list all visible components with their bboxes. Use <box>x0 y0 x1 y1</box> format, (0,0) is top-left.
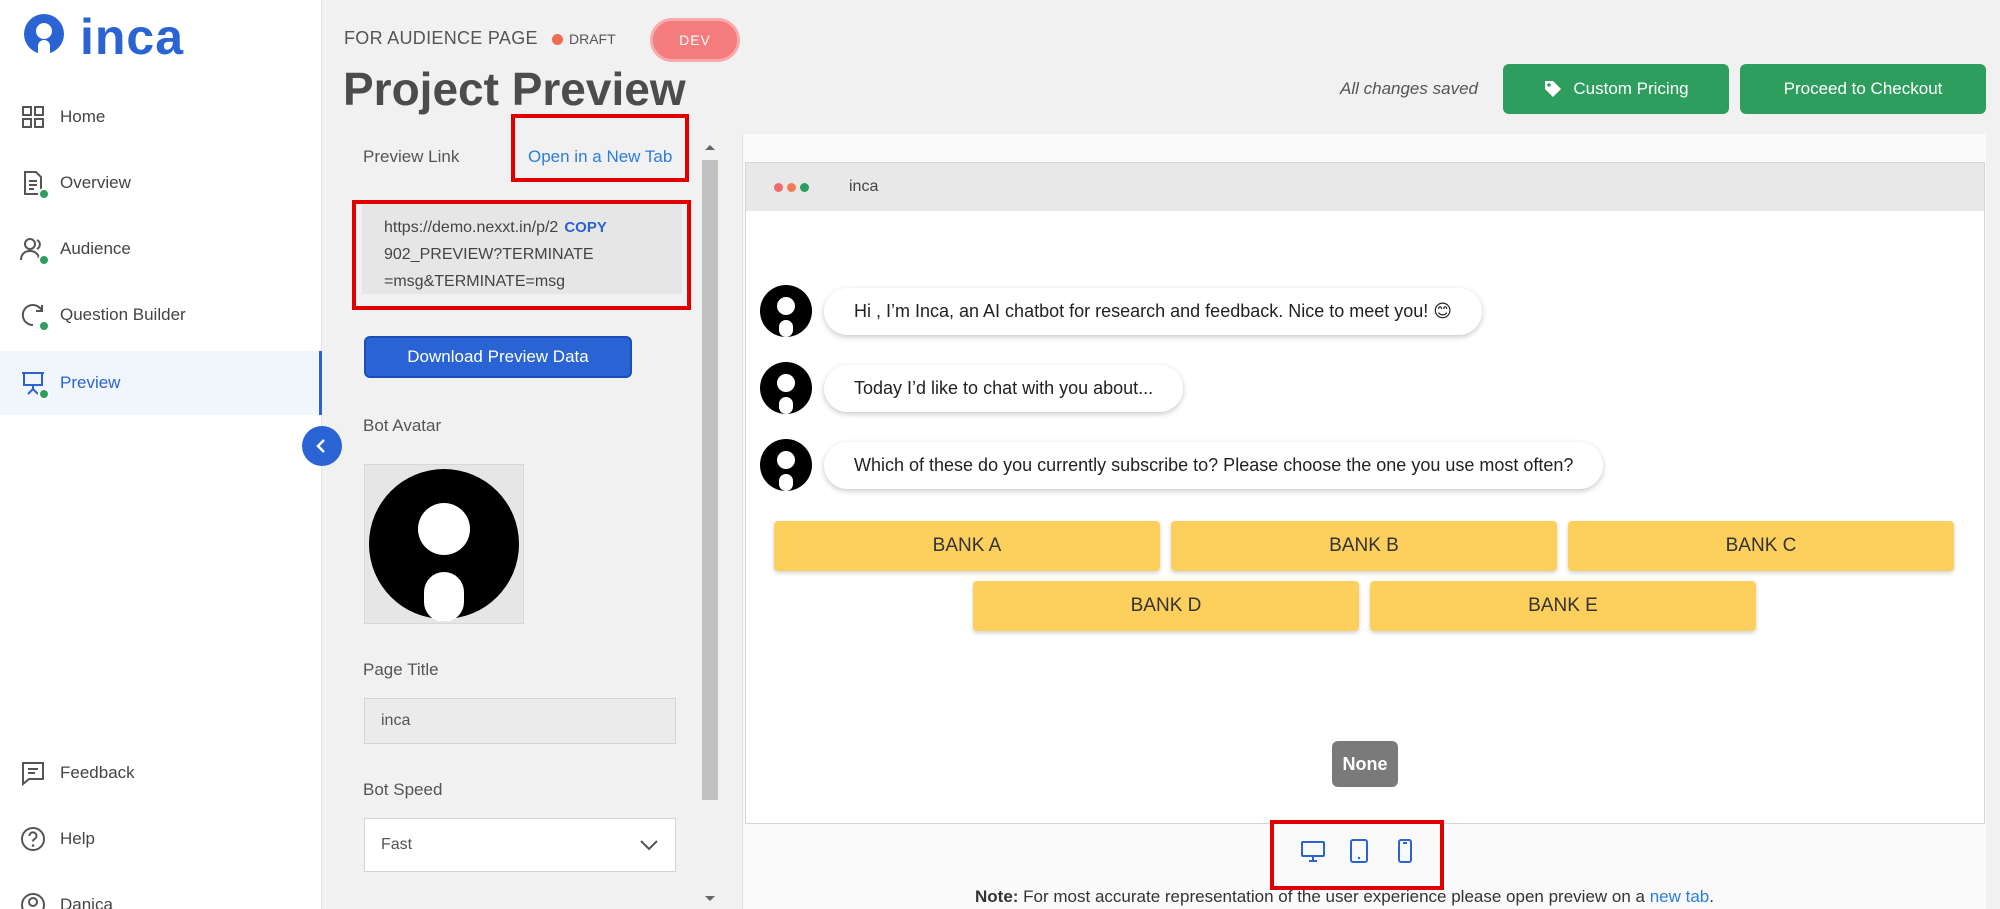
bot-speed-value: Fast <box>381 836 413 853</box>
env-badge[interactable]: DEV <box>650 18 740 62</box>
scroll-up-icon[interactable] <box>700 140 720 154</box>
choice-button[interactable]: BANK B <box>1171 521 1557 571</box>
chat-message: Hi , I’m Inca, an AI chatbot for researc… <box>760 285 1483 337</box>
bot-avatar-icon <box>760 362 812 414</box>
status-label: DRAFT <box>569 31 616 47</box>
tag-icon <box>1545 81 1562 97</box>
chat-refresh-icon <box>20 302 50 332</box>
highlight-box <box>1270 820 1444 890</box>
logo-text: inca <box>80 9 185 65</box>
bot-avatar-label: Bot Avatar <box>363 416 442 435</box>
note-label: Note: <box>975 887 1019 906</box>
maximize-dot-icon <box>800 182 809 192</box>
sidebar-item-label: Help <box>60 829 95 848</box>
document-icon <box>20 170 50 200</box>
sidebar-item-feedback[interactable]: Feedback <box>0 741 322 805</box>
bot-avatar-icon <box>760 439 812 491</box>
preview-note: Note: For most accurate representation o… <box>975 887 1714 907</box>
status-dot <box>552 33 563 45</box>
choice-button[interactable]: BANK D <box>973 581 1359 631</box>
sidebar-item-overview[interactable]: Overview <box>0 151 322 215</box>
breadcrumb: FOR AUDIENCE PAGE <box>344 28 538 48</box>
sidebar-item-user[interactable]: Danica <box>0 873 322 909</box>
choice-button[interactable]: BANK A <box>774 521 1160 571</box>
sidebar-item-label: Home <box>60 107 106 126</box>
sidebar: inca Home Overview Audience Question Bui… <box>0 0 322 909</box>
collapse-sidebar-button[interactable] <box>302 426 342 466</box>
check-icon <box>38 388 50 400</box>
chevron-down-icon <box>640 840 658 851</box>
page-title: Project Preview <box>343 63 686 115</box>
choice-button[interactable]: BANK C <box>1568 521 1954 571</box>
browser-preview-frame: inca Hi , I’m Inca, an AI chatbot for re… <box>745 162 1985 824</box>
check-icon <box>38 254 50 266</box>
chevron-left-icon <box>316 439 325 453</box>
custom-pricing-label: Custom Pricing <box>1573 79 1689 98</box>
logo[interactable]: inca <box>18 12 184 62</box>
settings-panel: Preview Link Open in a New Tab https://d… <box>344 114 722 909</box>
note-end: . <box>1709 887 1714 906</box>
sidebar-item-label: Feedback <box>60 763 135 782</box>
chat-message: Which of these do you currently subscrib… <box>760 439 1604 491</box>
close-dot-icon <box>774 182 783 192</box>
status-badge: DRAFT <box>552 31 616 47</box>
sidebar-item-label: Question Builder <box>60 305 186 324</box>
feedback-icon <box>20 760 46 787</box>
sidebar-item-audience[interactable]: Audience <box>0 217 322 281</box>
sidebar-item-label: Preview <box>60 373 121 392</box>
presentation-icon <box>20 370 50 400</box>
note-text: For most accurate representation of the … <box>1018 887 1650 906</box>
panel-scrollbar[interactable] <box>700 134 720 909</box>
inca-logo-icon <box>24 14 64 60</box>
highlight-box <box>352 200 691 310</box>
scroll-thumb[interactable] <box>702 160 718 800</box>
none-button[interactable]: None <box>1332 741 1398 787</box>
sidebar-item-label: Danica <box>60 895 113 909</box>
bot-avatar-image[interactable] <box>364 464 524 624</box>
check-icon <box>38 320 50 332</box>
sidebar-item-question-builder[interactable]: Question Builder <box>0 283 322 347</box>
chat-bubble: Hi , I’m Inca, an AI chatbot for researc… <box>824 287 1483 335</box>
grid-icon <box>20 104 46 130</box>
sidebar-item-preview[interactable]: Preview <box>0 351 322 415</box>
chat-bubble: Which of these do you currently subscrib… <box>824 441 1604 489</box>
sidebar-item-label: Overview <box>60 173 131 192</box>
user-circle-icon <box>20 892 46 909</box>
save-status: All changes saved <box>1340 79 1478 98</box>
scroll-down-icon[interactable] <box>700 892 720 906</box>
preview-link-label: Preview Link <box>363 147 460 166</box>
check-icon <box>38 188 50 200</box>
bot-avatar-icon <box>760 285 812 337</box>
bot-avatar-icon <box>369 469 519 621</box>
browser-bar: inca <box>746 163 1984 211</box>
sidebar-item-label: Audience <box>60 239 131 258</box>
bot-speed-select[interactable]: Fast <box>364 818 676 872</box>
chat-message: Today I’d like to chat with you about... <box>760 362 1184 414</box>
custom-pricing-button[interactable]: Custom Pricing <box>1503 64 1729 114</box>
choice-button[interactable]: BANK E <box>1370 581 1756 631</box>
sidebar-item-home[interactable]: Home <box>0 85 322 149</box>
highlight-box <box>511 114 689 182</box>
new-tab-link[interactable]: new tab <box>1650 887 1710 906</box>
window-controls <box>774 182 809 192</box>
minimize-dot-icon <box>787 182 796 192</box>
page-title-label: Page Title <box>363 660 439 679</box>
browser-tab-title: inca <box>849 178 879 195</box>
users-icon <box>20 236 50 266</box>
checkout-button[interactable]: Proceed to Checkout <box>1740 64 1986 114</box>
download-preview-button[interactable]: Download Preview Data <box>364 336 632 378</box>
bot-speed-label: Bot Speed <box>363 780 443 799</box>
chat-bubble: Today I’d like to chat with you about... <box>824 364 1184 412</box>
page-title-input[interactable]: inca <box>364 698 676 744</box>
help-icon <box>20 826 46 852</box>
sidebar-item-help[interactable]: Help <box>0 807 322 871</box>
